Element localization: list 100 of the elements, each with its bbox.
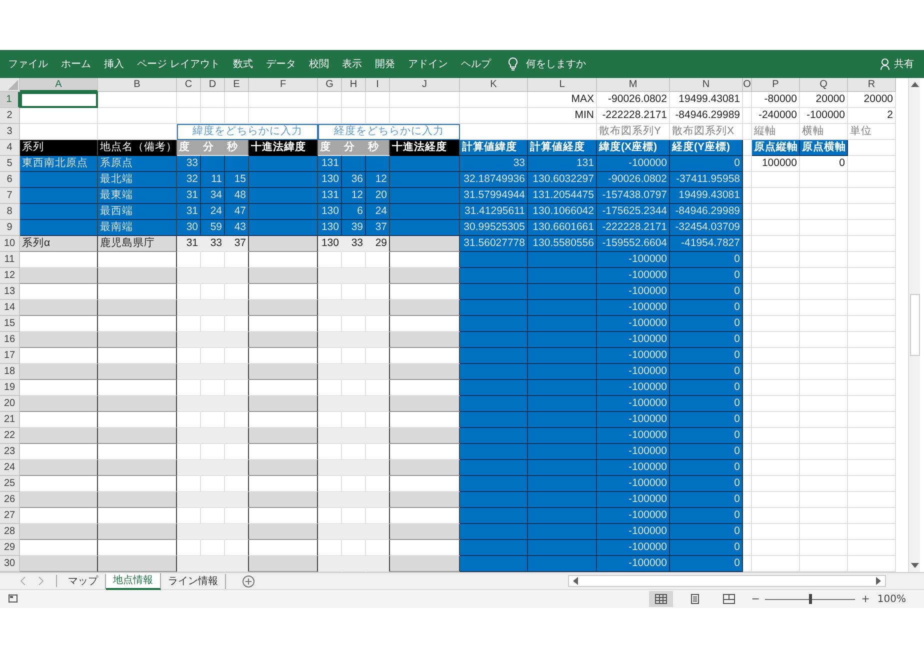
table-cell: 131	[318, 156, 342, 172]
column-header[interactable]: F	[249, 78, 318, 92]
row-header[interactable]: 18	[0, 364, 20, 380]
row-header[interactable]: 19	[0, 380, 20, 396]
ribbon-tab[interactable]: ホーム	[61, 57, 91, 71]
column-header[interactable]: J	[390, 78, 460, 92]
row-header[interactable]: 6	[0, 172, 20, 188]
scrollbar-thumb[interactable]	[910, 294, 920, 356]
row-header[interactable]: 21	[0, 412, 20, 428]
column-header[interactable]: H	[342, 78, 366, 92]
table-cell: 130.5580556	[528, 236, 597, 252]
zoom-out-button[interactable]: −	[751, 594, 760, 604]
table-cell: 31	[177, 188, 201, 204]
table-cell	[460, 92, 528, 108]
ribbon-tab[interactable]: 校閲	[309, 57, 330, 71]
scroll-up-icon[interactable]	[910, 81, 918, 87]
table-cell	[177, 332, 201, 348]
row-header[interactable]: 7	[0, 188, 20, 204]
share-button[interactable]: 共有	[880, 57, 914, 71]
table-cell	[752, 188, 800, 204]
column-header[interactable]: G	[318, 78, 342, 92]
column-header[interactable]: O	[743, 78, 752, 92]
row-header[interactable]: 26	[0, 492, 20, 508]
row-header[interactable]: 28	[0, 524, 20, 540]
ribbon-tab[interactable]: 挿入	[104, 57, 124, 71]
zoom-slider-thumb[interactable]	[809, 594, 812, 604]
table-cell: 原点横軸	[800, 140, 848, 156]
column-header[interactable]: P	[752, 78, 800, 92]
column-header[interactable]: C	[177, 78, 201, 92]
row-header[interactable]: 20	[0, 396, 20, 412]
table-cell	[743, 332, 752, 348]
row-header[interactable]: 27	[0, 508, 20, 524]
row-header[interactable]: 23	[0, 444, 20, 460]
table-cell	[743, 188, 752, 204]
column-header[interactable]: K	[460, 78, 528, 92]
person-icon	[880, 58, 891, 70]
table-cell	[318, 300, 342, 316]
row-header[interactable]: 30	[0, 556, 20, 572]
table-cell	[528, 540, 597, 556]
column-header[interactable]: L	[528, 78, 597, 92]
column-header[interactable]: Q	[800, 78, 848, 92]
table-cell: 15	[225, 172, 249, 188]
sheet-tab[interactable]: 地点情報	[106, 572, 161, 590]
ribbon-tab[interactable]: 数式	[233, 57, 254, 71]
ribbon-tab[interactable]: 表示	[342, 57, 362, 71]
table-cell	[225, 300, 249, 316]
column-header[interactable]: E	[225, 78, 249, 92]
table-cell: 秒	[225, 140, 249, 156]
ribbon-tab[interactable]: ファイル	[8, 57, 48, 71]
table-cell	[390, 460, 460, 476]
column-header[interactable]: M	[597, 78, 670, 92]
column-header[interactable]: N	[670, 78, 743, 92]
column-header[interactable]: B	[98, 78, 177, 92]
row-header[interactable]: 24	[0, 460, 20, 476]
scroll-left-icon[interactable]	[572, 577, 578, 585]
ribbon-tab[interactable]: データ	[266, 57, 296, 71]
add-sheet-icon[interactable]	[242, 574, 255, 588]
table-cell	[752, 396, 800, 412]
row-header[interactable]: 25	[0, 476, 20, 492]
row-header[interactable]: 16	[0, 332, 20, 348]
row-header[interactable]: 13	[0, 284, 20, 300]
zoom-level-label[interactable]: 100%	[877, 594, 906, 604]
table-cell	[743, 268, 752, 284]
scroll-right-icon[interactable]	[876, 577, 882, 585]
ribbon-tab[interactable]: 開発	[375, 57, 396, 71]
row-header[interactable]: 29	[0, 540, 20, 556]
row-header[interactable]: 1	[0, 92, 20, 108]
ribbon-tab[interactable]: ページ レイアウト	[137, 57, 220, 71]
row-header[interactable]: 22	[0, 428, 20, 444]
row-header[interactable]: 14	[0, 300, 20, 316]
ribbon-tab[interactable]: ヘルプ	[461, 57, 492, 71]
table-cell	[743, 460, 752, 476]
tell-me-field[interactable]: 何をしますか	[526, 57, 586, 71]
horizontal-scrollbar[interactable]	[568, 575, 886, 587]
row-header[interactable]: 17	[0, 348, 20, 364]
row-header[interactable]: 4	[0, 140, 20, 156]
row-header[interactable]: 9	[0, 220, 20, 236]
macro-record-icon[interactable]	[8, 594, 18, 604]
column-header[interactable]: D	[201, 78, 225, 92]
row-header[interactable]: 10	[0, 236, 20, 252]
row-header[interactable]: 3	[0, 124, 20, 140]
zoom-in-button[interactable]: +	[861, 594, 870, 604]
vertical-scrollbar[interactable]	[908, 78, 920, 572]
row-header[interactable]: 11	[0, 252, 20, 268]
table-cell: -32454.03709	[670, 220, 743, 236]
scroll-down-icon[interactable]	[910, 563, 918, 569]
row-header[interactable]: 2	[0, 108, 20, 124]
row-header[interactable]: 8	[0, 204, 20, 220]
table-cell: -175625.2344	[597, 204, 670, 220]
row-header[interactable]: 5	[0, 156, 20, 172]
table-cell	[318, 364, 342, 380]
row-header[interactable]: 12	[0, 268, 20, 284]
column-header[interactable]: I	[366, 78, 390, 92]
column-header[interactable]: R	[848, 78, 896, 92]
table-cell: 33	[177, 156, 201, 172]
normal-view-icon[interactable]	[649, 591, 674, 607]
column-header[interactable]: A	[20, 78, 98, 92]
table-cell: 0	[670, 156, 743, 172]
row-header[interactable]: 15	[0, 316, 20, 332]
ribbon-tab[interactable]: アドイン	[408, 57, 448, 71]
